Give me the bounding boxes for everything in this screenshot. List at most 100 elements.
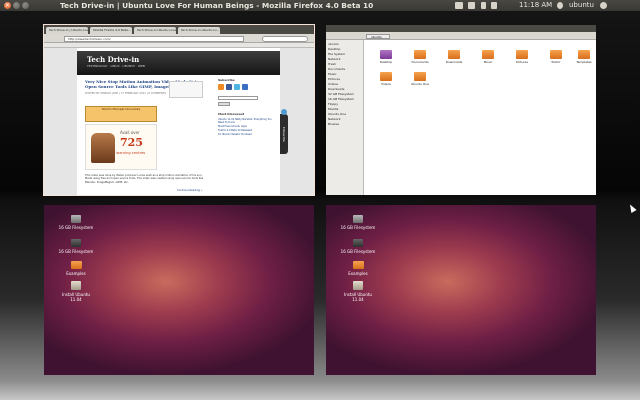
desktop-icon[interactable]: 16 GB Filesystem <box>338 215 378 230</box>
site-header: Tech Drive-in TECHNOLOGY · LINUX · UBUNT… <box>77 51 280 75</box>
desktop-icon-label: 16 GB Filesystem <box>340 249 376 254</box>
ad-learning-centres[interactable]: Avail over 725 learning centres <box>85 124 157 170</box>
sidebar-link[interactable]: Ubuntu 11.04 Natty Narwhal: Everything Y… <box>218 118 276 124</box>
file-item[interactable]: Downloads <box>440 50 468 64</box>
window-minimize-button[interactable] <box>13 2 20 9</box>
follow-label: Follow Me <box>282 126 286 142</box>
file-item[interactable]: Public <box>542 50 570 64</box>
mouse-cursor <box>627 203 637 213</box>
desktop-icon[interactable]: 16 GB Filesystem <box>338 239 378 254</box>
desktop-icon-label: 16 GB Filesystem <box>340 225 376 230</box>
ad-number: 725 <box>120 136 143 149</box>
post-meta: POSTED BY MANUEL JOSE | 17 FEBRUARY 2011… <box>85 92 167 95</box>
drive-icon <box>353 215 363 223</box>
file-label: Documents <box>411 60 429 64</box>
ad-subtext: learning centres <box>116 151 146 155</box>
volume-icon[interactable] <box>491 0 497 11</box>
folder-icon <box>414 72 426 81</box>
desktop-icon-label: 16 GB Filesystem <box>58 225 94 230</box>
file-item[interactable]: Desktop <box>372 50 400 64</box>
file-item[interactable]: Music <box>474 50 502 64</box>
folder-icon <box>352 261 364 269</box>
file-item[interactable]: Pictures <box>508 50 536 64</box>
workspace-switcher-screen: × Tech Drive-in | Ubuntu Love For Human … <box>0 0 640 400</box>
url-bar[interactable]: http://www.techdrivein.com/ <box>64 35 244 42</box>
desktop-icon-label: 16 GB Filesystem <box>58 249 94 254</box>
desktop-icon[interactable]: Examples <box>56 261 96 276</box>
desktop-icon[interactable]: 16 GB Filesystem <box>56 239 96 254</box>
file-item[interactable]: Videos <box>372 72 400 86</box>
twitter-icon[interactable] <box>234 84 240 90</box>
bluetooth-icon[interactable] <box>481 0 486 11</box>
folder-icon <box>482 50 494 59</box>
follow-icon <box>281 109 287 115</box>
top-panel: × Tech Drive-in | Ubuntu Love For Human … <box>0 0 640 11</box>
mail-icon[interactable] <box>455 0 463 11</box>
network-icon[interactable] <box>468 0 475 11</box>
window-maximize-button[interactable] <box>22 2 29 9</box>
most-discussed-heading: Most Discussed <box>218 112 245 116</box>
share-box[interactable] <box>169 81 203 98</box>
firefox-window-thumbnail[interactable]: Tech Drive-in | Ubuntu Love... Mozilla F… <box>44 25 314 195</box>
workspace-1[interactable]: Tech Drive-in | Ubuntu Love... Mozilla F… <box>43 24 315 196</box>
file-label: Desktop <box>379 60 393 64</box>
subscribe-icons <box>218 84 276 90</box>
desktop-icon[interactable]: Examples <box>338 261 378 276</box>
site-tagline: TECHNOLOGY · LINUX · UBUNTU · WEB <box>87 64 145 68</box>
workspace-3[interactable]: 16 GB Filesystem 16 GB Filesystem Examples… <box>44 205 314 375</box>
firefox-tab-bar: Tech Drive-in | Ubuntu Love... Mozilla F… <box>44 25 314 34</box>
file-label: Videos <box>381 82 391 86</box>
desktop-icon[interactable]: Install Ubuntu 11.04 <box>56 281 96 302</box>
folder-icon <box>578 50 590 59</box>
file-manager-window-thumbnail[interactable]: ubuntu ubuntu Desktop File System Network Tr… <box>326 25 596 195</box>
user-menu[interactable]: ubuntu <box>569 0 594 11</box>
ad-banner[interactable]: Sikkim Manipal University <box>85 106 157 122</box>
desktop-icon[interactable]: Install Ubuntu 11.04 <box>338 281 378 302</box>
workspace-4[interactable]: 16 GB Filesystem 16 GB Filesystem Examples… <box>326 205 596 375</box>
site-search-input[interactable] <box>218 96 258 100</box>
desktop-icon-label: Examples <box>348 271 368 276</box>
file-label: Downloads <box>445 60 463 64</box>
file-label: Music <box>483 60 493 64</box>
folder-icon <box>448 50 460 59</box>
continue-reading-link[interactable]: Continue Reading » <box>177 189 202 192</box>
places-item[interactable]: Browse <box>328 122 361 127</box>
subscribe-heading: Subscribe <box>218 78 235 82</box>
rss-icon[interactable] <box>218 84 224 90</box>
firefox-tab[interactable]: Mozilla Firefox 4.0 Beta... <box>90 27 132 34</box>
clock[interactable]: 11:18 AM <box>519 0 552 11</box>
site-title[interactable]: Tech Drive-in <box>87 55 139 64</box>
facebook-icon[interactable] <box>226 84 232 90</box>
post-text: This video was done by Italian producer … <box>85 174 204 184</box>
web-page-viewport: Tech Drive-in TECHNOLOGY · LINUX · UBUNT… <box>44 48 314 195</box>
web-page: Tech Drive-in TECHNOLOGY · LINUX · UBUNT… <box>77 48 280 195</box>
folder-icon <box>414 50 426 59</box>
file-item[interactable]: Templates <box>570 50 596 64</box>
file-item[interactable]: Ubuntu One <box>406 72 434 86</box>
workspace-2[interactable]: ubuntu ubuntu Desktop File System Network Tr… <box>326 25 596 195</box>
firefox-navigation-bar: http://www.techdrivein.com/ <box>44 34 314 43</box>
folder-icon <box>70 261 82 269</box>
desktop-icon-label: Install Ubuntu 11.04 <box>344 292 372 302</box>
power-icon[interactable] <box>600 0 607 11</box>
sidebar-link[interactable]: 10 Ubuntu Tweaks You Need <box>218 133 276 136</box>
file-item[interactable]: Documents <box>406 50 434 64</box>
user-icon[interactable] <box>557 0 563 11</box>
location-breadcrumb[interactable]: ubuntu <box>366 33 390 39</box>
desktop-icon-label: Install Ubuntu 11.04 <box>62 292 90 302</box>
sidebar-link[interactable]: Must Have Ubuntu Apps <box>218 125 276 128</box>
firefox-tab[interactable]: Tech Drive-in | Ubuntu Love... <box>46 27 88 34</box>
firefox-tab[interactable]: Tech Drive-in Ubuntu Love <box>134 27 176 34</box>
ad-figure-image <box>91 133 115 163</box>
google-icon[interactable] <box>242 84 248 90</box>
file-label: Public <box>551 60 561 64</box>
file-label: Templates <box>576 60 592 64</box>
site-search-button[interactable] <box>218 102 230 106</box>
desktop-icon[interactable]: 16 GB Filesystem <box>56 215 96 230</box>
follow-me-tab[interactable]: Follow Me <box>280 109 288 154</box>
firefox-tab[interactable]: Tech Drive-in Ubuntu Lo... <box>178 27 220 34</box>
search-box[interactable] <box>262 35 308 42</box>
window-close-button[interactable]: × <box>4 2 11 9</box>
drive-icon <box>71 215 81 223</box>
sidebar-link[interactable]: Firefox 4.0 Beta 10 Released <box>218 129 276 132</box>
